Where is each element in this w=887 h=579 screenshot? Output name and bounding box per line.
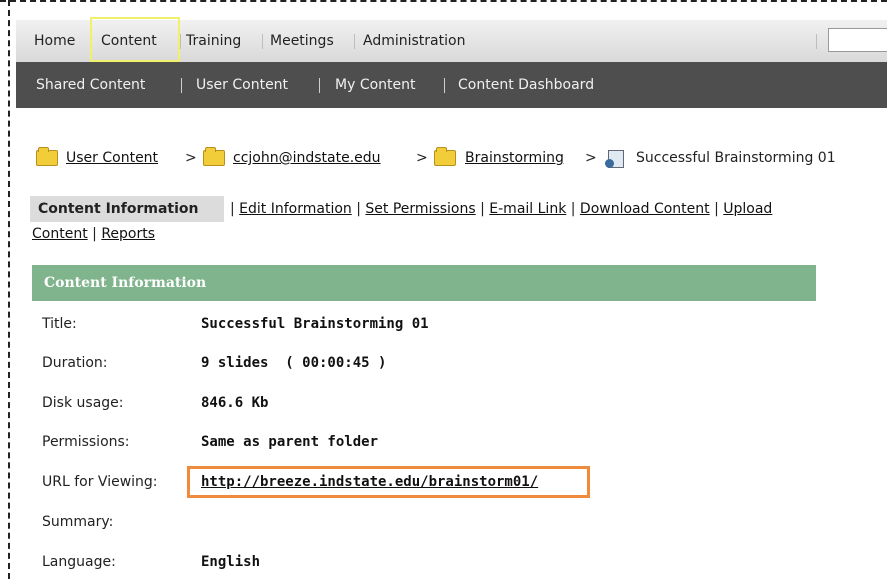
- label-language: Language:: [42, 554, 116, 570]
- label-title: Title:: [42, 316, 77, 332]
- value-language: English: [201, 554, 261, 570]
- breadcrumb-user-content[interactable]: User Content: [66, 150, 158, 166]
- nav-meetings[interactable]: Meetings: [270, 20, 334, 62]
- breadcrumb-separator: >: [585, 150, 597, 166]
- folder-icon: [434, 147, 456, 166]
- nav-separator: [180, 34, 181, 49]
- label-duration: Duration:: [42, 355, 108, 371]
- subnav-user-content[interactable]: User Content: [196, 62, 288, 108]
- breadcrumb-current: Successful Brainstorming 01: [636, 150, 836, 166]
- value-duration: 9 slides ( 00:00:45 ): [201, 355, 387, 371]
- presentation-icon: [605, 150, 624, 168]
- sub-nav: Shared Content User Content My Content C…: [16, 62, 887, 108]
- nav-separator: [262, 34, 263, 49]
- breadcrumb-separator: >: [185, 150, 197, 166]
- nav-training[interactable]: Training: [186, 20, 241, 62]
- subnav-content-dashboard[interactable]: Content Dashboard: [458, 62, 594, 108]
- content-info-header: Content Information: [32, 265, 816, 301]
- set-permissions-link[interactable]: Set Permissions: [365, 201, 475, 217]
- content-tab-highlight: [90, 17, 180, 62]
- subnav-separator: [181, 78, 182, 93]
- breadcrumb-user-folder[interactable]: ccjohn@indstate.edu: [233, 150, 381, 166]
- viewing-url-link[interactable]: http://breeze.indstate.edu/brainstorm01/: [201, 474, 538, 490]
- nav-administration[interactable]: Administration: [363, 20, 465, 62]
- value-url: http://breeze.indstate.edu/brainstorm01/: [201, 474, 538, 490]
- folder-icon: [36, 147, 58, 166]
- subnav-my-content[interactable]: My Content: [335, 62, 416, 108]
- download-content-link[interactable]: Download Content: [580, 201, 710, 217]
- dashed-border-left: [8, 0, 10, 579]
- value-permissions: Same as parent folder: [201, 434, 379, 450]
- value-title: Successful Brainstorming 01: [201, 316, 429, 332]
- email-link[interactable]: E-mail Link: [489, 201, 566, 217]
- label-url: URL for Viewing:: [42, 474, 158, 490]
- tab-content-information[interactable]: Content Information: [38, 199, 198, 219]
- subnav-separator: [319, 78, 320, 93]
- actions-line-2: Content | Reports: [32, 226, 156, 242]
- subnav-separator: [444, 78, 445, 93]
- upload-content-link-part1[interactable]: Upload: [723, 201, 772, 217]
- label-summary: Summary:: [42, 514, 114, 530]
- nav-separator: [816, 34, 817, 49]
- search-input[interactable]: [828, 28, 887, 52]
- label-permissions: Permissions:: [42, 434, 130, 450]
- breadcrumb-separator: >: [416, 150, 428, 166]
- content-info-header-title: Content Information: [44, 275, 207, 291]
- actions-line-1: | Edit Information | Set Permissions | E…: [230, 201, 773, 217]
- value-disk-usage: 846.6 Kb: [201, 395, 269, 411]
- breadcrumb-brainstorming[interactable]: Brainstorming: [465, 150, 564, 166]
- nav-home[interactable]: Home: [34, 20, 75, 62]
- folder-icon: [203, 147, 225, 166]
- label-disk-usage: Disk usage:: [42, 395, 124, 411]
- upload-content-link-part2[interactable]: Content: [32, 226, 88, 242]
- dashed-border-top: [0, 0, 887, 2]
- edit-information-link[interactable]: Edit Information: [239, 201, 352, 217]
- subnav-shared-content[interactable]: Shared Content: [36, 62, 145, 108]
- reports-link[interactable]: Reports: [101, 226, 155, 242]
- nav-separator: [354, 34, 355, 49]
